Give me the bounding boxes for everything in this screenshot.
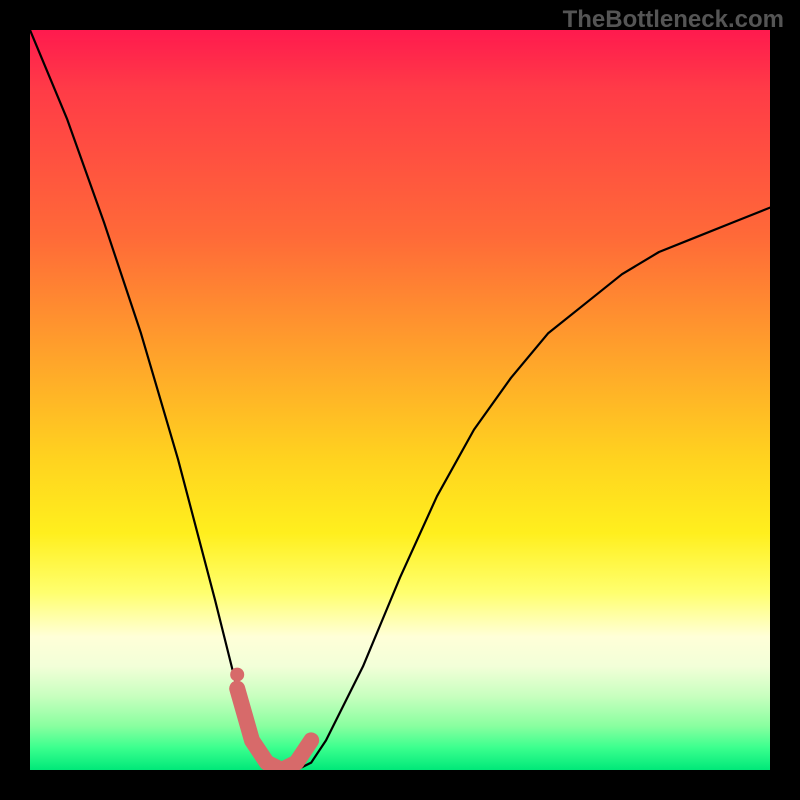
- bottleneck-range-marker: [237, 689, 311, 770]
- chart-svg: [30, 30, 770, 770]
- bottleneck-curve: [30, 30, 770, 770]
- chart-frame: [30, 30, 770, 770]
- marker-dot: [230, 668, 244, 682]
